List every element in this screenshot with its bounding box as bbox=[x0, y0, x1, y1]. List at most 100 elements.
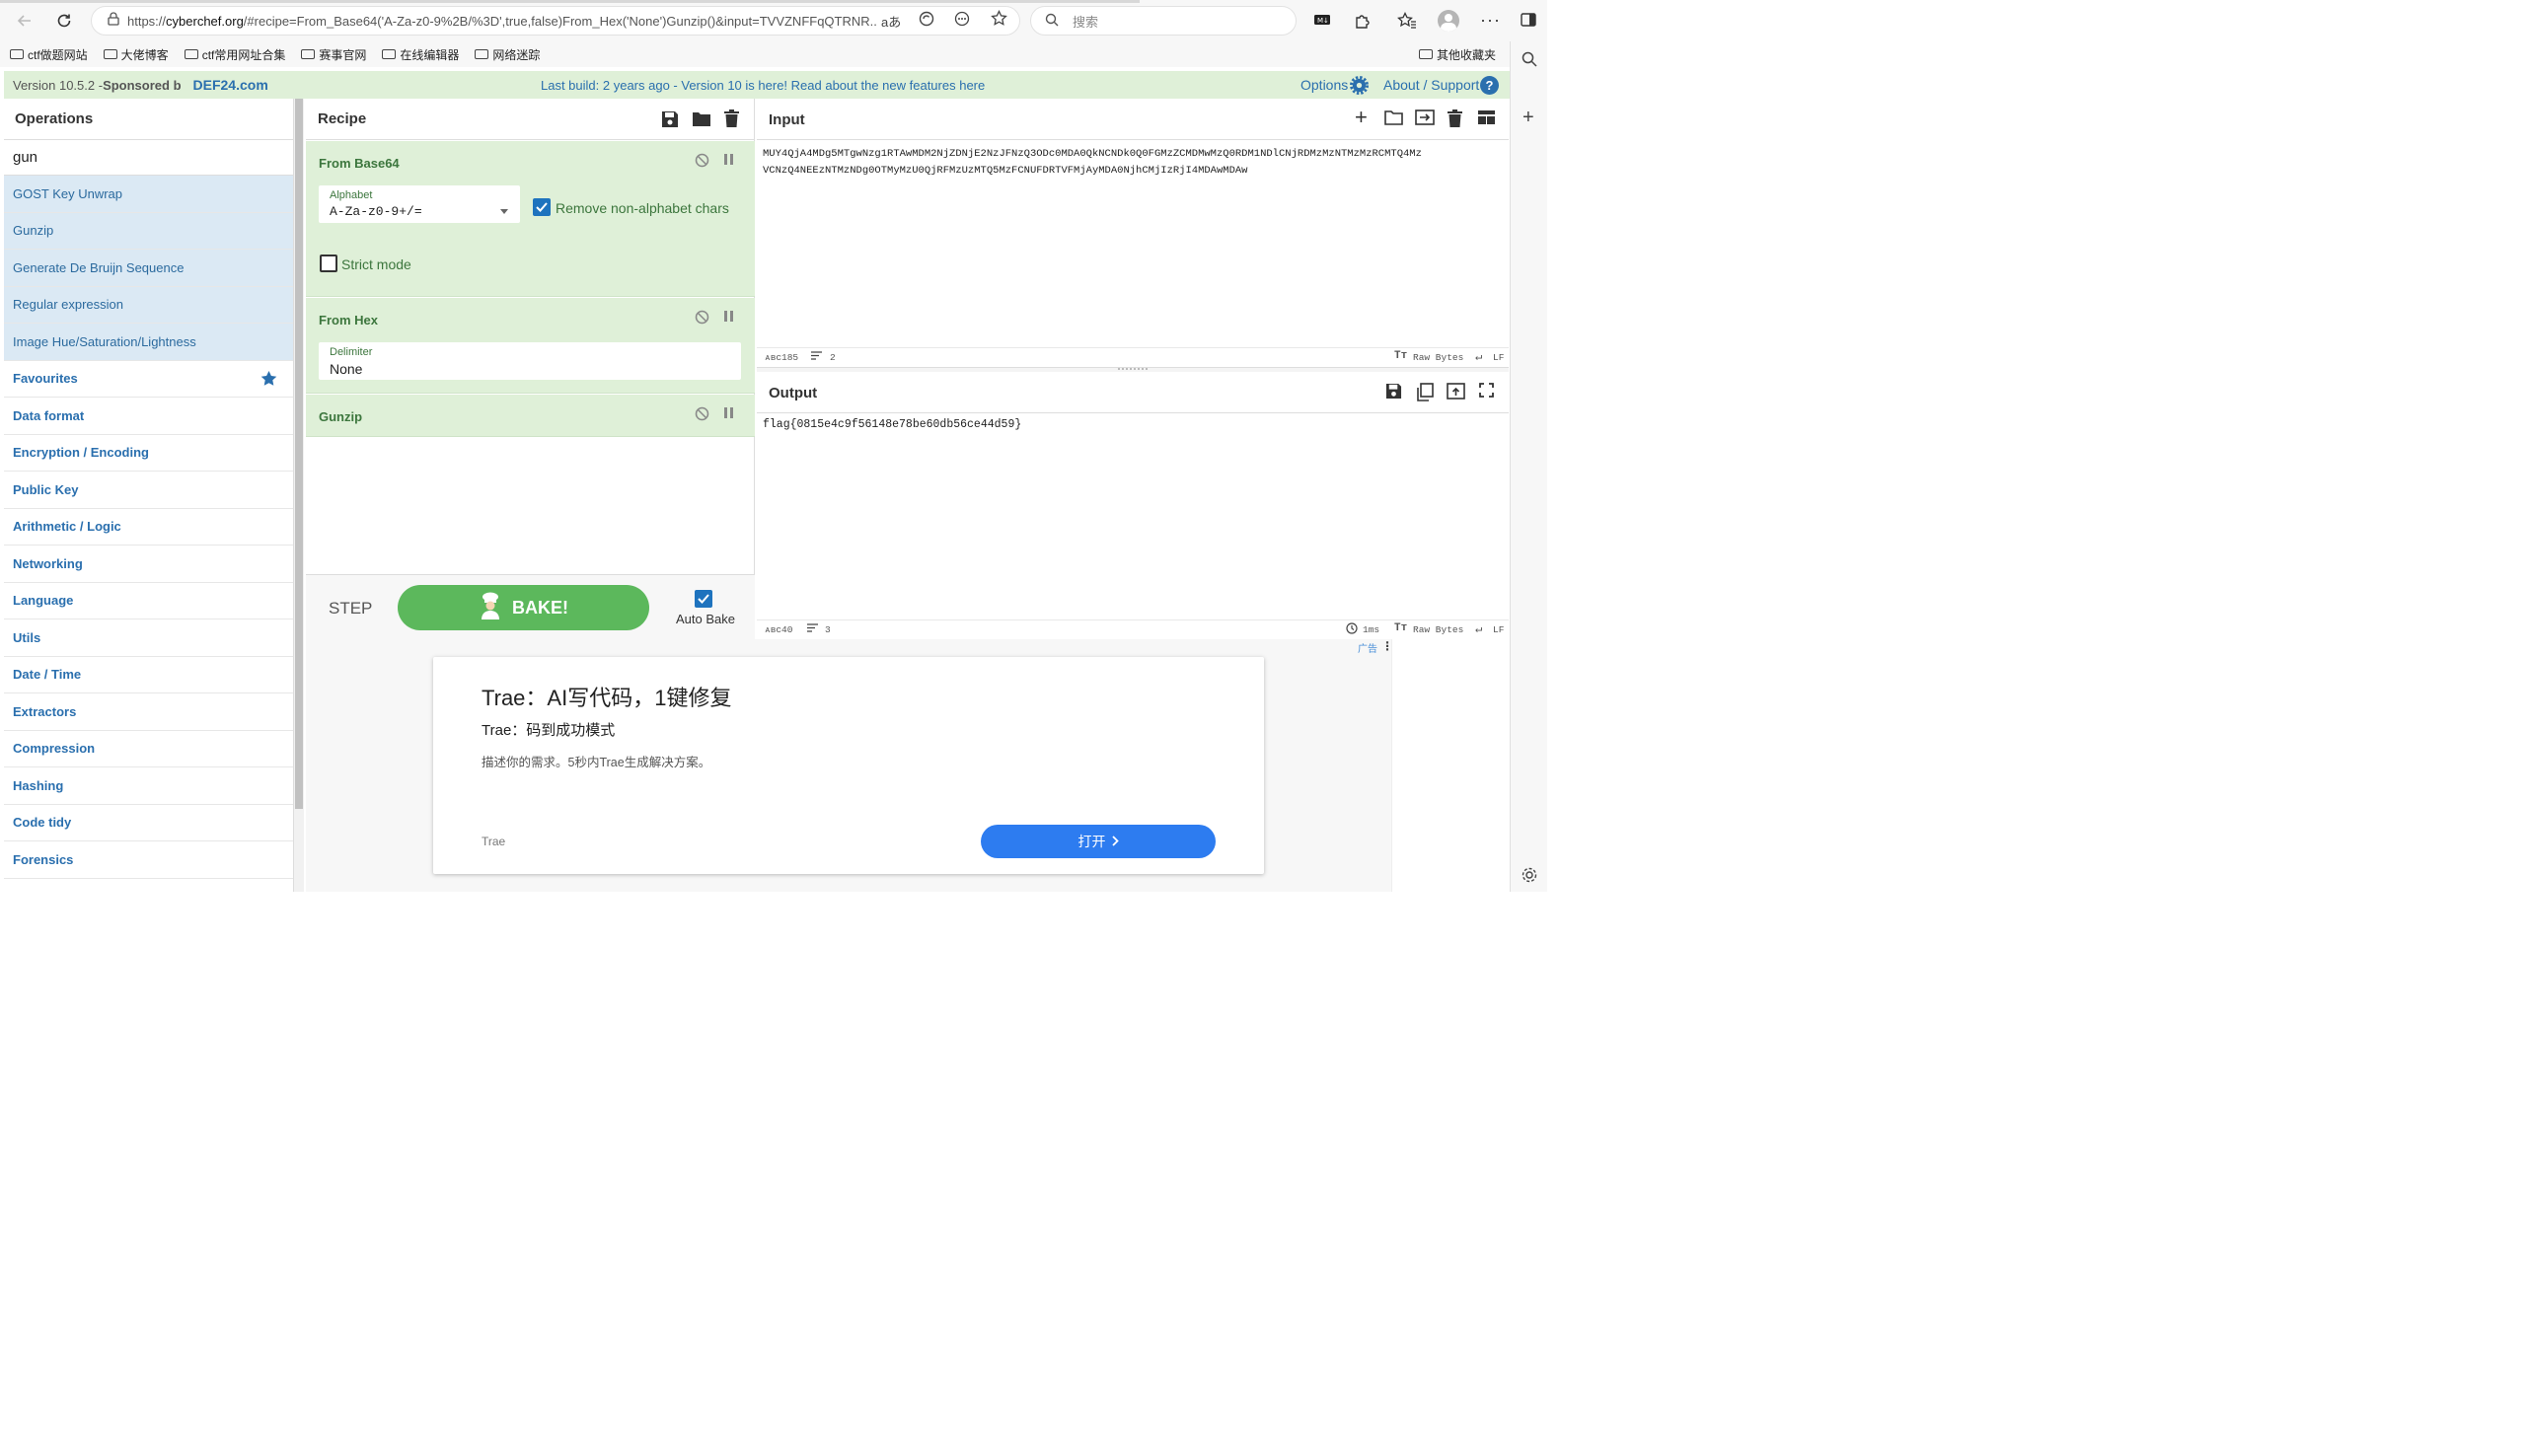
text-encoding-icon[interactable]: Tт bbox=[1394, 622, 1407, 634]
favorite-star-icon[interactable] bbox=[991, 9, 1007, 32]
category-item[interactable]: Arithmetic / Logic bbox=[4, 508, 293, 546]
open-file-icon[interactable] bbox=[1415, 109, 1435, 130]
mobile-devices-icon[interactable]: M↓ bbox=[1313, 13, 1331, 32]
bookmark-folder[interactable]: 大佬博客 bbox=[103, 46, 169, 63]
disable-op-icon[interactable] bbox=[695, 310, 709, 328]
remove-non-alphabet-checkbox[interactable] bbox=[533, 198, 551, 216]
refresh-button-icon[interactable] bbox=[47, 4, 81, 37]
save-icon[interactable] bbox=[661, 110, 679, 132]
about-support-button[interactable]: About / Support bbox=[1383, 77, 1479, 93]
eol-icon[interactable]: ↵ bbox=[1475, 621, 1482, 636]
search-result-item[interactable]: Image Hue/Saturation/Lightness bbox=[4, 324, 293, 361]
search-result-item[interactable]: GOST Key Unwrap bbox=[4, 176, 293, 213]
search-result-item[interactable]: Regular expression bbox=[4, 286, 293, 324]
output-encoding[interactable]: Raw Bytes bbox=[1413, 624, 1463, 635]
ad-label[interactable]: 广告 bbox=[1358, 640, 1377, 655]
favorites-icon[interactable] bbox=[1397, 11, 1417, 35]
category-item[interactable]: Date / Time bbox=[4, 656, 293, 693]
input-encoding[interactable]: Raw Bytes bbox=[1413, 352, 1463, 363]
reset-layout-icon[interactable] bbox=[1477, 109, 1496, 130]
more-tools-icon[interactable] bbox=[954, 11, 970, 32]
lock-icon[interactable] bbox=[108, 11, 119, 31]
bake-button[interactable]: BAKE! bbox=[398, 585, 649, 630]
auto-bake-checkbox[interactable] bbox=[695, 590, 712, 608]
ad-open-button[interactable]: 打开 bbox=[981, 825, 1216, 858]
bookmark-folder[interactable]: ctf做题网站 bbox=[10, 46, 88, 63]
output-text[interactable]: flag{0815e4c9f56148e78be60db56ce44d59} bbox=[763, 418, 1021, 431]
open-folder-icon[interactable] bbox=[1384, 109, 1403, 130]
browser-search-box[interactable]: 搜索 bbox=[1030, 6, 1297, 36]
profile-avatar[interactable] bbox=[1438, 10, 1459, 32]
category-item[interactable]: Code tidy bbox=[4, 804, 293, 841]
search-result-item[interactable]: Generate De Bruijn Sequence bbox=[4, 250, 293, 287]
folder-open-icon[interactable] bbox=[692, 110, 711, 131]
text-encoding-icon[interactable]: Tт bbox=[1394, 350, 1407, 362]
search-result-item[interactable]: Gunzip bbox=[4, 212, 293, 250]
divider-grip[interactable] bbox=[1118, 368, 1148, 370]
category-item[interactable]: Compression bbox=[4, 730, 293, 767]
sidebar-settings-icon[interactable] bbox=[1521, 866, 1538, 889]
maximise-icon[interactable] bbox=[1479, 383, 1494, 402]
category-item[interactable]: Data format bbox=[4, 398, 293, 435]
copy-output-icon[interactable] bbox=[1416, 383, 1434, 406]
input-lines: 2 bbox=[830, 352, 836, 363]
save-output-icon[interactable] bbox=[1385, 383, 1402, 404]
recipe-op-from-hex[interactable]: From Hex Delimiter None bbox=[306, 298, 755, 394]
category-item[interactable]: Public Key bbox=[4, 472, 293, 509]
advertisement[interactable]: Trae：AI写代码，1键修复 Trae：码到成功模式 描述你的需求。5秒内Tr… bbox=[433, 657, 1264, 874]
category-item[interactable]: Language bbox=[4, 582, 293, 619]
delimiter-field[interactable]: Delimiter None bbox=[319, 342, 741, 380]
url-text[interactable]: https://cyberchef.org/#recipe=From_Base6… bbox=[127, 14, 877, 29]
operations-scrollbar-thumb[interactable] bbox=[295, 99, 303, 809]
ad-headline[interactable]: Trae：AI写代码，1键修复 bbox=[482, 681, 731, 712]
settings-more-icon[interactable]: ··· bbox=[1480, 10, 1501, 31]
read-aloud-icon[interactable]: aあ bbox=[881, 12, 901, 31]
category-item[interactable]: Networking bbox=[4, 546, 293, 583]
category-item[interactable]: Forensics bbox=[4, 841, 293, 879]
output-eol[interactable]: LF bbox=[1493, 624, 1504, 635]
breakpoint-icon[interactable] bbox=[723, 406, 734, 423]
ad-menu-icon[interactable]: ⋮ bbox=[1381, 639, 1393, 653]
other-bookmarks-folder[interactable]: 其他收藏夹 bbox=[1418, 46, 1496, 63]
category-item[interactable]: Hashing bbox=[4, 767, 293, 805]
edge-refresh-icon[interactable] bbox=[919, 11, 934, 32]
category-item[interactable]: Extractors bbox=[4, 693, 293, 731]
step-button[interactable]: STEP bbox=[329, 599, 372, 619]
address-bar[interactable]: https://cyberchef.org/#recipe=From_Base6… bbox=[91, 6, 1020, 36]
sponsor-link[interactable]: DEF24.com bbox=[193, 77, 268, 93]
sidebar-add-icon[interactable]: + bbox=[1522, 107, 1534, 129]
here-link[interactable]: here bbox=[959, 78, 985, 93]
recipe-op-gunzip[interactable]: Gunzip bbox=[306, 395, 755, 437]
back-button-icon[interactable] bbox=[8, 4, 41, 37]
breakpoint-icon[interactable] bbox=[723, 310, 734, 327]
sidebar-search-icon[interactable] bbox=[1522, 51, 1537, 72]
alphabet-select[interactable]: Alphabet A-Za-z0-9+/= bbox=[319, 185, 520, 223]
breakpoint-icon[interactable] bbox=[723, 153, 734, 170]
sidebar-toggle-icon[interactable] bbox=[1521, 12, 1536, 33]
category-item[interactable]: Encryption / Encoding bbox=[4, 434, 293, 472]
help-icon[interactable]: ? bbox=[1480, 76, 1499, 95]
bookmark-folder[interactable]: 在线编辑器 bbox=[382, 46, 459, 63]
bookmark-folder[interactable]: ctf常用网址合集 bbox=[184, 46, 285, 63]
input-eol[interactable]: LF bbox=[1493, 352, 1504, 363]
add-tab-icon[interactable]: + bbox=[1355, 105, 1368, 130]
folder-icon bbox=[10, 49, 24, 59]
recipe-op-from-base64[interactable]: From Base64 Alphabet A-Za-z0-9+/= Remove… bbox=[306, 141, 755, 297]
replace-input-icon[interactable] bbox=[1447, 383, 1465, 404]
options-button[interactable]: Options bbox=[1300, 77, 1348, 93]
bookmark-folder[interactable]: 赛事官网 bbox=[301, 46, 366, 63]
extensions-icon[interactable] bbox=[1354, 12, 1372, 35]
input-textarea[interactable]: MUY4QjA4MDg5MTgwNzg1RTAwMDM2NjZDNjE2NzJF… bbox=[763, 146, 1505, 180]
bookmark-folder[interactable]: 网络迷踪 bbox=[475, 46, 540, 63]
trash-icon[interactable] bbox=[724, 109, 739, 131]
disable-op-icon[interactable] bbox=[695, 406, 709, 425]
disable-op-icon[interactable] bbox=[695, 153, 709, 172]
alphabet-value: A-Za-z0-9+/= bbox=[330, 204, 422, 219]
eol-icon[interactable]: ↵ bbox=[1475, 349, 1482, 364]
gear-icon[interactable] bbox=[1350, 76, 1369, 98]
clear-input-icon[interactable] bbox=[1448, 109, 1462, 132]
operations-search-input[interactable]: gun bbox=[4, 140, 293, 176]
category-favourites[interactable]: Favourites bbox=[4, 360, 293, 398]
strict-mode-checkbox[interactable] bbox=[320, 255, 337, 272]
category-item[interactable]: Utils bbox=[4, 619, 293, 657]
